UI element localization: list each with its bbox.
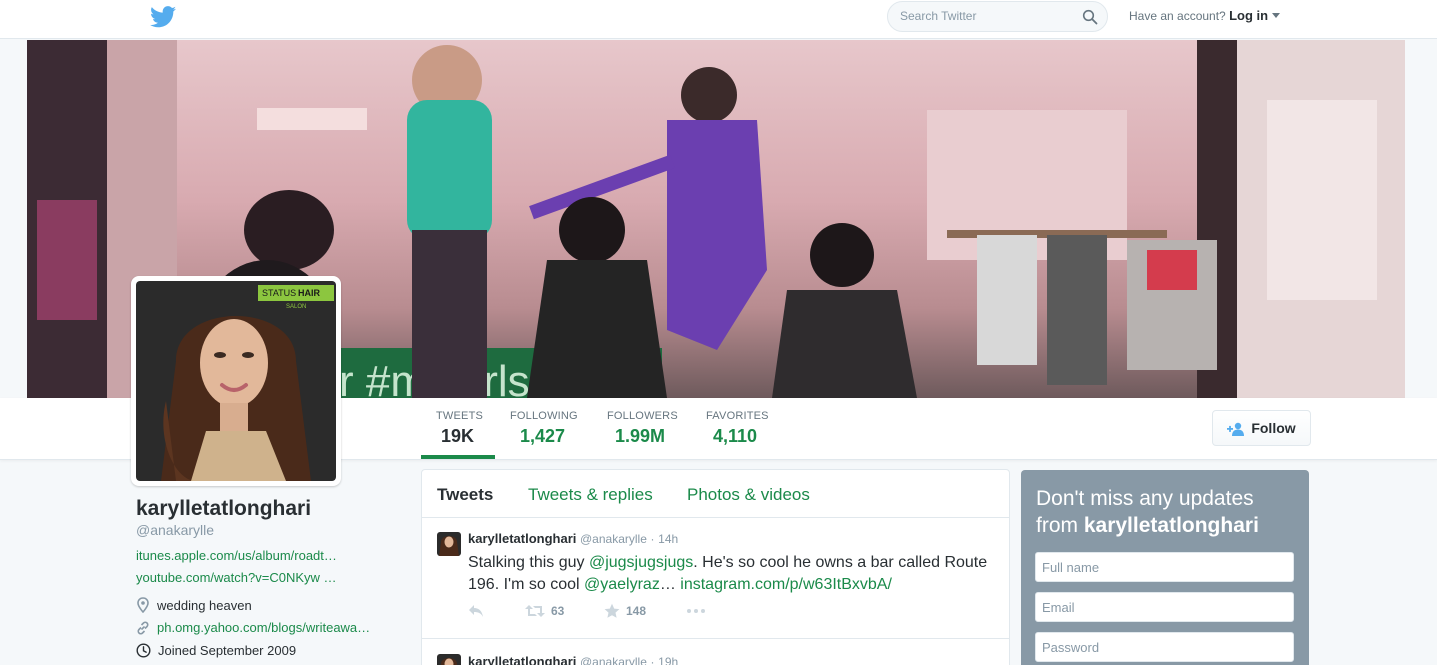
tweet-text-part: …	[659, 576, 681, 593]
link-icon	[137, 621, 149, 634]
tweet-text: Stalking this guy @jugsjugsjugs. He's so…	[468, 552, 998, 596]
tweet-avatar[interactable]	[437, 654, 461, 665]
twitter-bird-icon[interactable]	[150, 6, 176, 28]
tweet-item[interactable]: karylletatlonghari @anakarylle · 14h Sta…	[422, 518, 1009, 639]
stat-favorites[interactable]: FAVORITES 4,110	[706, 410, 769, 447]
bio-link-itunes[interactable]: itunes.apple.com/us/album/roadt…	[136, 548, 337, 563]
avatar-image: STATUS HAIR SALON	[136, 281, 336, 481]
website-link[interactable]: ph.omg.yahoo.com/blogs/writeawa…	[157, 620, 370, 635]
stat-label: FOLLOWING	[510, 410, 578, 422]
email-field[interactable]	[1035, 592, 1294, 622]
caret-down-icon[interactable]	[1272, 13, 1281, 18]
tweet-time[interactable]: 19h	[658, 655, 678, 665]
profile-joined: Joined September 2009	[136, 643, 296, 658]
location-text: wedding heaven	[157, 597, 252, 613]
search-box	[887, 1, 1108, 32]
retweet-count: 63	[551, 604, 565, 618]
retweet-icon	[525, 605, 545, 617]
salon-badge-hair: HAIR	[298, 288, 320, 298]
add-user-icon	[1227, 422, 1245, 436]
favorite-button[interactable]: 148	[604, 603, 646, 619]
favorite-count: 148	[626, 604, 647, 618]
more-options-button[interactable]	[686, 604, 706, 618]
password-field[interactable]	[1035, 632, 1294, 662]
location-pin-icon	[137, 597, 149, 613]
tab-tweets-replies[interactable]: Tweets & replies	[528, 485, 653, 505]
signup-username: karylletatlonghari	[1083, 514, 1259, 537]
profile-avatar[interactable]: STATUS HAIR SALON	[131, 276, 341, 486]
follow-label: Follow	[1251, 420, 1296, 436]
star-icon	[604, 603, 620, 618]
tweet-author[interactable]: karylletatlonghari @anakarylle · 19h	[468, 654, 678, 665]
tweet-dot: ·	[650, 532, 655, 546]
tweet-author-name: karylletatlonghari	[468, 654, 577, 665]
tweet-text-part: Stalking this guy	[468, 554, 589, 571]
stat-followers[interactable]: FOLLOWERS 1.99M	[607, 410, 678, 447]
account-area: Have an account? Log in	[1129, 8, 1281, 23]
stat-value: 1.99M	[615, 426, 666, 446]
clock-icon	[136, 643, 151, 658]
salon-badge-salon: SALON	[286, 304, 306, 310]
profile-name[interactable]: karylletatlonghari	[136, 497, 311, 521]
stat-label: FAVORITES	[706, 410, 769, 422]
timeline: Tweets Tweets & replies Photos & videos …	[421, 469, 1010, 665]
tweet-dot: ·	[650, 655, 655, 665]
bio-link-youtube[interactable]: youtube.com/watch?v=C0NKyw …	[136, 570, 337, 585]
timeline-tabs: Tweets Tweets & replies Photos & videos	[422, 470, 1009, 518]
tab-photos-videos[interactable]: Photos & videos	[687, 485, 810, 505]
stat-value: 1,427	[520, 426, 566, 446]
full-name-field[interactable]	[1035, 552, 1294, 582]
tweet-author-handle: @anakarylle	[580, 532, 647, 546]
search-icon[interactable]	[1082, 9, 1098, 25]
mention-link[interactable]: @jugsjugsjugs	[589, 554, 693, 571]
tweet-avatar[interactable]	[437, 532, 461, 556]
stat-following[interactable]: FOLLOWING 1,427	[510, 410, 578, 447]
retweet-button[interactable]: 63	[525, 604, 564, 618]
reply-icon	[469, 605, 483, 617]
stat-label: FOLLOWERS	[607, 410, 678, 422]
active-stat-indicator	[421, 455, 495, 459]
tweet-author-handle: @anakarylle	[580, 655, 647, 665]
stat-tweets[interactable]: TWEETS 19K	[436, 410, 483, 447]
profile-location: wedding heaven	[136, 597, 252, 613]
profile-website: ph.omg.yahoo.com/blogs/writeawa…	[136, 620, 370, 635]
top-nav-bar: Have an account? Log in	[0, 0, 1437, 39]
signup-panel: Don't miss any updates from karylletatlo…	[1021, 470, 1309, 665]
have-account-text: Have an account?	[1129, 9, 1226, 23]
mention-link[interactable]: @yaelyraz	[584, 576, 660, 593]
url-link[interactable]: instagram.com/p/w63ItBxvbA/	[680, 576, 892, 593]
tweet-time[interactable]: 14h	[658, 532, 678, 546]
reply-button[interactable]	[468, 604, 484, 618]
stat-value: 19K	[441, 426, 475, 446]
stat-label: TWEETS	[436, 410, 484, 422]
follow-button[interactable]: Follow	[1212, 410, 1311, 446]
tab-tweets[interactable]: Tweets	[437, 485, 493, 505]
tweet-author[interactable]: karylletatlonghari @anakarylle · 14h	[468, 531, 678, 546]
more-dots-icon	[687, 609, 705, 613]
salon-badge-status: STATUS	[262, 288, 296, 298]
search-input[interactable]	[900, 9, 1080, 23]
profile-handle: @anakarylle	[136, 522, 215, 538]
tweet-item[interactable]: karylletatlonghari @anakarylle · 19h	[422, 640, 1009, 665]
joined-text: Joined September 2009	[158, 643, 297, 658]
login-button[interactable]: Log in	[1229, 8, 1268, 23]
tweet-author-name: karylletatlonghari	[468, 531, 577, 546]
signup-heading: Don't miss any updates from karylletatlo…	[1036, 485, 1296, 539]
stat-value: 4,110	[713, 426, 758, 446]
